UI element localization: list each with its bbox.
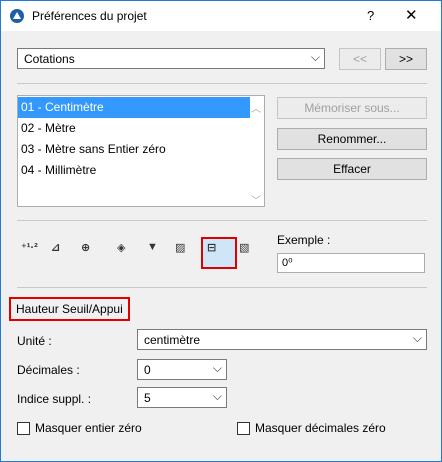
dimension-type-toolbar: ⁺¹·² ⊿ ⊕ ◈ ▼ ▨ ⊟ ▧ bbox=[21, 241, 261, 267]
sill-height-dimension-icon[interactable]: ⊟ bbox=[207, 241, 216, 267]
chevron-down-icon: ⌵ bbox=[212, 389, 222, 403]
section-title: Hauteur Seuil/Appui bbox=[9, 297, 130, 321]
divider bbox=[17, 83, 427, 84]
extra-index-select[interactable]: 5 ⌵ bbox=[137, 387, 227, 408]
divider bbox=[17, 287, 427, 288]
area-dimension-icon[interactable]: ▧ bbox=[239, 241, 249, 267]
hide-integer-zero-label[interactable]: Masquer entier zéro bbox=[35, 421, 142, 435]
rename-button[interactable]: Renommer... bbox=[277, 128, 427, 150]
hide-decimal-zero-checkbox[interactable] bbox=[237, 422, 250, 435]
help-button[interactable]: ? bbox=[367, 8, 374, 23]
hide-integer-zero-checkbox[interactable] bbox=[17, 422, 30, 435]
hide-decimal-zero-label[interactable]: Masquer décimales zéro bbox=[255, 421, 386, 435]
app-icon bbox=[10, 9, 24, 23]
delete-button[interactable]: Effacer bbox=[277, 158, 427, 180]
divider bbox=[17, 220, 427, 221]
presets-list[interactable]: 01 - Centimètre 02 - Mètre 03 - Mètre sa… bbox=[17, 95, 265, 207]
category-select[interactable]: Cotations ⌵ bbox=[17, 48, 325, 69]
list-item[interactable]: 04 - Millimètre bbox=[18, 160, 250, 181]
next-button[interactable]: >> bbox=[385, 48, 427, 70]
radial-dimension-icon[interactable]: ⊕ bbox=[81, 241, 90, 267]
list-item[interactable]: 02 - Mètre bbox=[18, 118, 250, 139]
category-select-value: Cotations bbox=[24, 52, 75, 66]
decimals-select-value: 0 bbox=[144, 363, 151, 377]
elevation-dimension-icon[interactable]: ▼ bbox=[147, 241, 158, 267]
level-dimension-icon[interactable]: ◈ bbox=[117, 241, 125, 267]
save-as-button[interactable]: Mémoriser sous... bbox=[277, 97, 427, 119]
extra-index-select-value: 5 bbox=[144, 391, 151, 405]
angular-dimension-icon[interactable]: ⊿ bbox=[51, 241, 60, 267]
unit-select[interactable]: centimètre ⌵ bbox=[137, 329, 427, 350]
window-title: Préférences du projet bbox=[32, 9, 147, 23]
unit-select-value: centimètre bbox=[144, 333, 201, 347]
extra-index-label: Indice suppl. : bbox=[17, 392, 92, 406]
list-item[interactable]: 01 - Centimètre bbox=[18, 97, 250, 118]
preferences-dialog: Préférences du projet ? ✕ Cotations ⌵ <<… bbox=[0, 0, 442, 462]
example-preview: 0⁰ bbox=[277, 253, 425, 273]
chevron-down-icon: ⌵ bbox=[310, 50, 320, 64]
scroll-down-icon[interactable]: ﹀ bbox=[251, 192, 261, 207]
linear-dimension-icon[interactable]: ⁺¹·² bbox=[21, 241, 38, 267]
title-bar: Préférences du projet ? ✕ bbox=[1, 1, 441, 31]
list-item[interactable]: 03 - Mètre sans Entier zéro bbox=[18, 139, 250, 160]
previous-button[interactable]: << bbox=[339, 48, 381, 70]
scroll-up-icon[interactable]: ︿ bbox=[251, 100, 261, 115]
chevron-down-icon: ⌵ bbox=[412, 331, 422, 345]
decimals-label: Décimales : bbox=[17, 363, 80, 377]
close-button[interactable]: ✕ bbox=[405, 6, 418, 24]
example-label: Exemple : bbox=[277, 233, 331, 247]
door-window-dimension-icon[interactable]: ▨ bbox=[175, 241, 185, 267]
unit-label: Unité : bbox=[17, 334, 52, 348]
decimals-select[interactable]: 0 ⌵ bbox=[137, 359, 227, 380]
chevron-down-icon: ⌵ bbox=[212, 361, 222, 375]
